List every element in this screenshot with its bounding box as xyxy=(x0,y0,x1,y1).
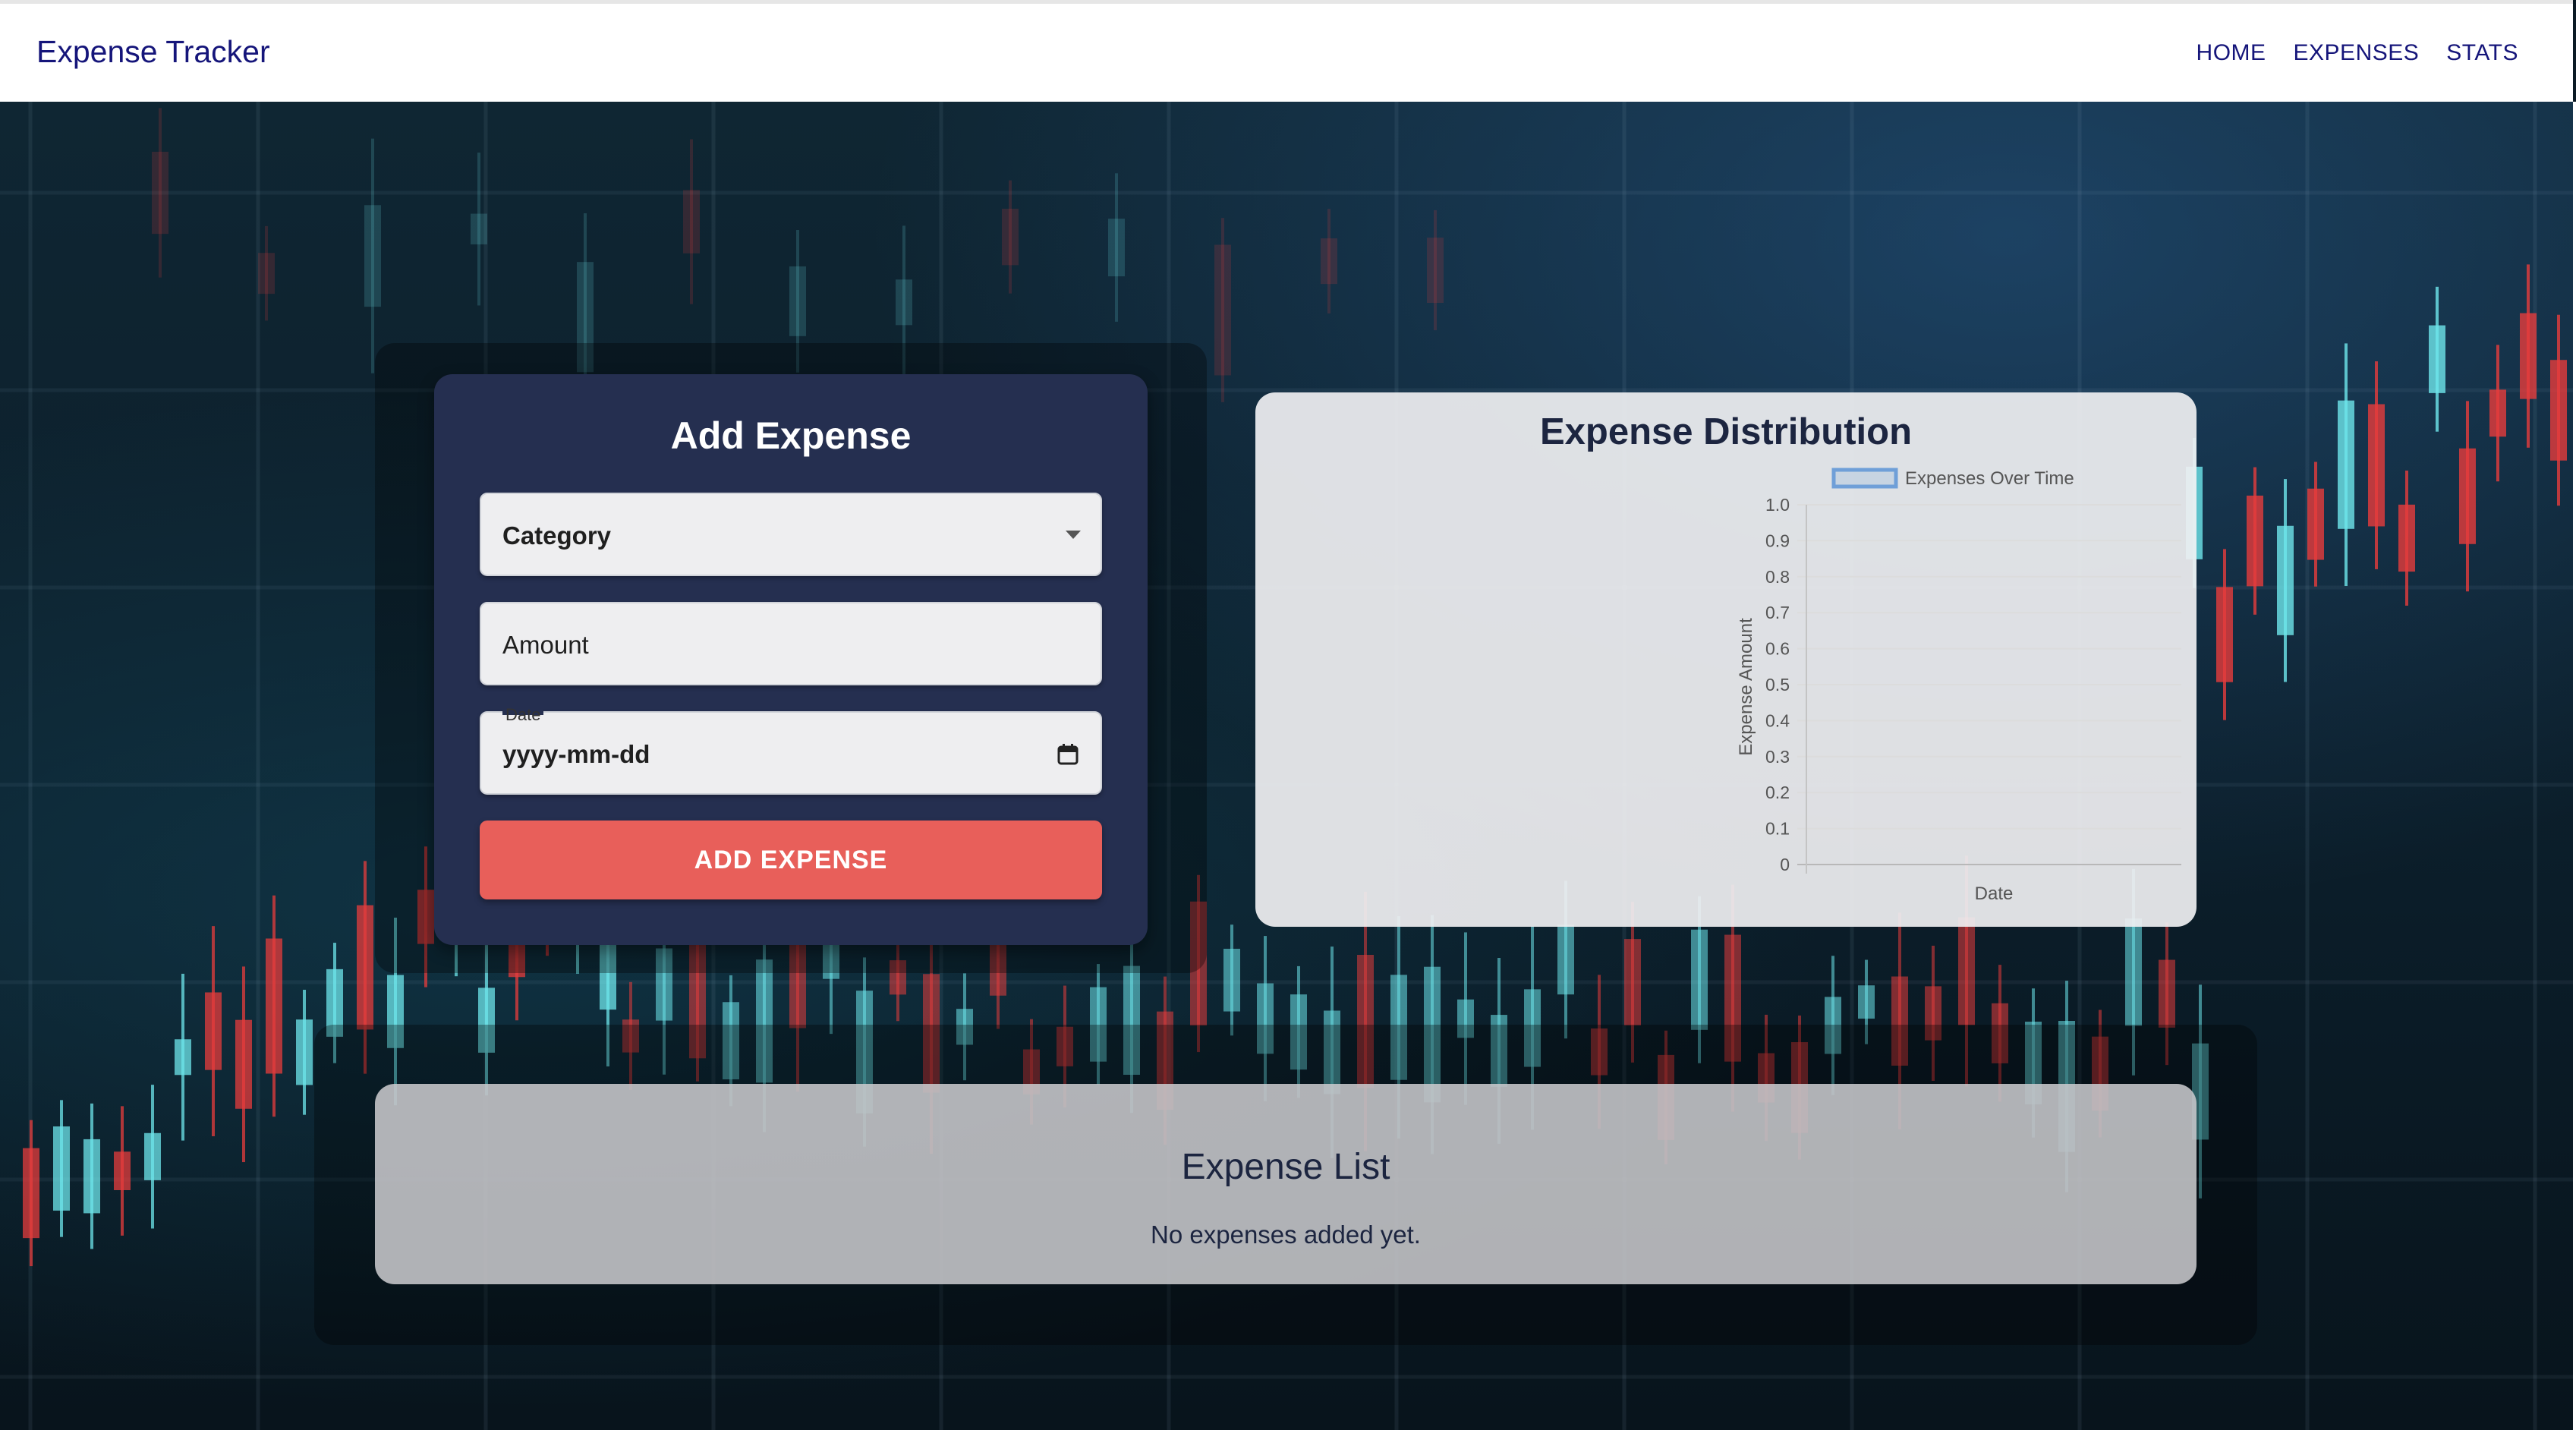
y-axis-label: Expense Amount xyxy=(1736,618,1756,756)
candle-body xyxy=(2338,400,2354,529)
expense-list-title: Expense List xyxy=(1181,1147,1390,1187)
nav-link-home[interactable]: HOME xyxy=(2197,40,2266,66)
candle-body xyxy=(2159,959,2175,1028)
legend-label[interactable]: Expenses Over Time xyxy=(1905,468,2074,489)
candle-body xyxy=(364,205,381,307)
candle-body xyxy=(2247,495,2263,587)
add-expense-button[interactable]: ADD EXPENSE xyxy=(480,821,1102,899)
expense-list-card: Expense List No expenses added yet. xyxy=(375,1084,2197,1284)
category-select-value: Category xyxy=(502,521,612,550)
candle-body xyxy=(357,905,373,1030)
candle-body xyxy=(1858,985,1875,1019)
y-tick-label: 1.0 xyxy=(1765,495,1790,515)
candle-body xyxy=(1427,238,1444,303)
y-tick-label: 0.9 xyxy=(1765,531,1790,550)
candle-body xyxy=(1958,917,1975,1025)
candle-body xyxy=(2125,918,2142,1026)
candle-body xyxy=(53,1126,70,1211)
y-tick-label: 0.6 xyxy=(1765,639,1790,659)
y-tick-label: 0 xyxy=(1780,855,1790,874)
nav-links: HOME EXPENSES STATS xyxy=(2197,40,2518,66)
candle-body xyxy=(1691,929,1708,1030)
y-tick-label: 0.8 xyxy=(1765,567,1790,587)
candle-body xyxy=(83,1139,100,1214)
candle-body xyxy=(175,1039,191,1076)
y-tick-label: 0.5 xyxy=(1765,675,1790,695)
candle-body xyxy=(152,151,168,235)
y-tick-label: 0.4 xyxy=(1765,710,1790,730)
y-tick-label: 0.3 xyxy=(1765,747,1790,767)
candle-body xyxy=(2489,389,2506,437)
candle-body xyxy=(2398,504,2415,572)
candle-body xyxy=(258,253,275,295)
date-input-value: yyyy-mm-dd xyxy=(502,740,650,768)
candle-body xyxy=(789,266,806,336)
candle-body xyxy=(1321,238,1337,285)
candle-body xyxy=(144,1132,161,1180)
brand-title[interactable]: Expense Tracker xyxy=(36,34,270,70)
y-tick-label: 0.7 xyxy=(1765,603,1790,622)
candle-body xyxy=(266,938,282,1074)
candle-body xyxy=(2307,488,2324,560)
candle-body xyxy=(1214,244,1231,376)
legend-swatch[interactable] xyxy=(1831,468,1898,489)
candle-body xyxy=(2216,587,2233,682)
category-select[interactable]: Category xyxy=(480,493,1102,576)
candle-body xyxy=(1223,948,1240,1012)
candle-body xyxy=(2520,313,2537,399)
candle-body xyxy=(2368,404,2385,527)
candle-body xyxy=(1557,924,1574,995)
top-navbar: Expense Tracker HOME EXPENSES STATS xyxy=(0,0,2573,102)
amount-input[interactable]: Amount xyxy=(480,602,1102,685)
date-field-label: Date xyxy=(502,705,544,725)
y-tick-label: 0.2 xyxy=(1765,783,1790,802)
candle-body xyxy=(1002,208,1019,266)
form-title: Add Expense xyxy=(670,414,912,457)
candle-body xyxy=(2550,360,2567,461)
expense-line-chart: 1.0 0.9 0.8 0.7 0.6 0.5 0.4 0.3 0.2 0.1 0 Expenses… xyxy=(1736,468,2181,904)
candle-body xyxy=(235,1019,252,1109)
chevron-down-icon xyxy=(1066,531,1081,539)
candle-body xyxy=(896,279,912,326)
candle-body xyxy=(23,1148,39,1239)
chart-y-ticks: 1.0 0.9 0.8 0.7 0.6 0.5 0.4 0.3 0.2 0.1 0 xyxy=(1765,495,1790,874)
add-expense-form: Add Expense Category Amount Date yyyy-mm… xyxy=(434,374,1148,945)
candle-body xyxy=(205,992,222,1070)
candle-body xyxy=(2459,448,2476,544)
x-axis-label: Date xyxy=(1975,884,2014,904)
candle-body xyxy=(683,190,700,254)
candle-body xyxy=(2277,525,2294,635)
candle-body xyxy=(296,1019,313,1085)
candle-body xyxy=(1108,219,1125,277)
nav-link-expenses[interactable]: EXPENSES xyxy=(2294,40,2420,66)
expense-distribution-card: Expense Distribution 1.0 0.9 0.8 0.7 0.6 0.5 0… xyxy=(1255,392,2197,927)
calendar-icon[interactable] xyxy=(1057,743,1079,766)
candle-body xyxy=(471,213,487,244)
candle-body xyxy=(1624,939,1641,1025)
nav-link-stats[interactable]: STATS xyxy=(2446,40,2518,66)
candle-body xyxy=(2429,325,2445,393)
date-input[interactable]: Date yyyy-mm-dd xyxy=(480,705,1102,795)
page-edge xyxy=(2573,102,2576,1430)
empty-state-message: No expenses added yet. xyxy=(1151,1221,1421,1249)
candle-body xyxy=(114,1151,131,1190)
chart-grid xyxy=(1797,504,2181,874)
y-tick-label: 0.1 xyxy=(1765,819,1790,839)
amount-placeholder: Amount xyxy=(502,631,589,659)
